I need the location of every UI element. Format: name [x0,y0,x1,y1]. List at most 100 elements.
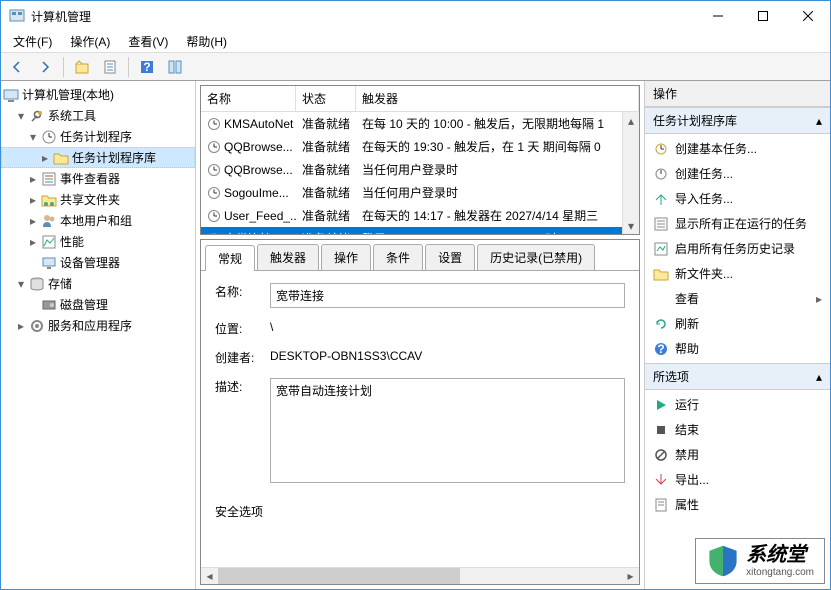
action-item[interactable]: 创建任务... [645,161,830,186]
expand-icon[interactable]: ▸ [27,215,39,227]
collapse-icon[interactable]: ▴ [816,370,822,384]
menu-help[interactable]: 帮助(H) [178,31,235,52]
actions-group2-header[interactable]: 所选项 ▴ [645,363,830,390]
properties-button[interactable] [98,56,122,78]
collapse-icon[interactable]: ▾ [27,131,39,143]
help-icon: ? [653,341,669,357]
panes-button[interactable] [163,56,187,78]
list-body[interactable]: KMSAutoNet准备就绪在每 10 天的 10:00 - 触发后，无限期地每… [201,112,622,234]
maximize-button[interactable] [740,1,785,31]
expand-icon[interactable]: ▸ [27,194,39,206]
tab[interactable]: 条件 [373,244,423,270]
table-row[interactable]: QQBrowse...准备就绪在每天的 19:30 - 触发后，在 1 天 期间… [201,135,622,158]
collapse-icon[interactable]: ▾ [15,110,27,122]
action-label: 查看 [675,290,699,307]
app-icon [9,8,25,24]
action-item[interactable]: 查看▸ [645,286,830,311]
col-trigger[interactable]: 触发器 [356,86,639,111]
tools-icon [29,108,45,124]
detail-panel: 常规触发器操作条件设置历史记录(已禁用) 名称: 宽带连接 位置: \ 创建者:… [200,239,640,585]
horizontal-scrollbar[interactable]: ◂ ▸ [201,567,639,584]
tree-label: 存储 [48,275,72,292]
action-item[interactable]: 导出... [645,467,830,492]
field-desc[interactable]: 宽带自动连接计划 [270,378,625,483]
collapse-icon[interactable]: ▴ [816,114,822,128]
disable-icon [653,447,669,463]
action-item[interactable]: ? 帮助 [645,336,830,361]
action-item[interactable]: 属性 [645,492,830,517]
action-item[interactable]: 创建基本任务... [645,136,830,161]
task-list: 名称 状态 触发器 KMSAutoNet准备就绪在每 10 天的 10:00 -… [200,85,640,235]
tree-storage[interactable]: ▾ 存储 [1,273,195,294]
up-button[interactable] [70,56,94,78]
close-button[interactable] [785,1,830,31]
expand-icon[interactable]: ▸ [15,320,27,332]
table-row[interactable]: 宽带连接准备就绪登录 DESKTOP-OBN1SS3\CCAV 时 [201,227,622,234]
vertical-scrollbar[interactable]: ▴ ▾ [622,112,639,234]
expand-icon[interactable]: ▸ [27,173,39,185]
action-item[interactable]: 禁用 [645,442,830,467]
action-item[interactable]: 显示所有正在运行的任务 [645,211,830,236]
tab[interactable]: 操作 [321,244,371,270]
tree-performance[interactable]: ▸ 性能 [1,231,195,252]
forward-button[interactable] [33,56,57,78]
scroll-down-icon[interactable]: ▾ [623,217,639,234]
action-item[interactable]: 结束 [645,417,830,442]
scroll-up-icon[interactable]: ▴ [623,112,639,129]
menu-view[interactable]: 查看(V) [120,31,176,52]
action-item[interactable]: 新文件夹... [645,261,830,286]
action-item[interactable]: 导入任务... [645,186,830,211]
minimize-button[interactable] [695,1,740,31]
action-item[interactable]: 刷新 [645,311,830,336]
clock-icon [207,117,221,131]
list-header: 名称 状态 触发器 [201,86,639,112]
tab[interactable]: 历史记录(已禁用) [477,244,595,270]
tree-local-users[interactable]: ▸ 本地用户和组 [1,210,195,231]
action-label: 帮助 [675,340,699,357]
tree-device-manager[interactable]: 设备管理器 [1,252,195,273]
action-item[interactable]: 运行 [645,392,830,417]
share-icon [41,192,57,208]
group-title: 所选项 [653,368,689,385]
scroll-left-icon[interactable]: ◂ [201,568,218,584]
action-label: 创建基本任务... [675,140,757,157]
tab-strip: 常规触发器操作条件设置历史记录(已禁用) [201,240,639,271]
tab[interactable]: 设置 [425,244,475,270]
collapse-icon[interactable]: ▾ [15,278,27,290]
tree-task-scheduler[interactable]: ▾ 任务计划程序 [1,126,195,147]
menu-action[interactable]: 操作(A) [62,31,118,52]
tree-services[interactable]: ▸ 服务和应用程序 [1,315,195,336]
tree-disk-management[interactable]: 磁盘管理 [1,294,195,315]
menu-bar: 文件(F) 操作(A) 查看(V) 帮助(H) [1,31,830,53]
menu-file[interactable]: 文件(F) [5,31,60,52]
tab[interactable]: 常规 [205,245,255,271]
field-name[interactable]: 宽带连接 [270,283,625,308]
action-label: 显示所有正在运行的任务 [675,215,807,232]
tree-event-viewer[interactable]: ▸ 事件查看器 [1,168,195,189]
new-task-icon [653,166,669,182]
col-name[interactable]: 名称 [201,86,296,111]
help-button[interactable]: ? [135,56,159,78]
tree-root[interactable]: 计算机管理(本地) [1,84,195,105]
export-icon [653,472,669,488]
tree-system-tools[interactable]: ▾ 系统工具 [1,105,195,126]
tree-shared-folders[interactable]: ▸ 共享文件夹 [1,189,195,210]
expand-icon[interactable]: ▸ [39,152,51,164]
scroll-right-icon[interactable]: ▸ [622,568,639,584]
expand-icon[interactable]: ▸ [27,236,39,248]
storage-icon [29,276,45,292]
table-row[interactable]: User_Feed_...准备就绪在每天的 14:17 - 触发器在 2027/… [201,204,622,227]
col-status[interactable]: 状态 [296,86,356,111]
table-row[interactable]: KMSAutoNet准备就绪在每 10 天的 10:00 - 触发后，无限期地每… [201,112,622,135]
end-icon [653,422,669,438]
security-section: 安全选项 [215,495,625,520]
tree-task-library[interactable]: ▸ 任务计划程序库 [1,147,195,168]
back-button[interactable] [5,56,29,78]
actions-group1-header[interactable]: 任务计划程序库 ▴ [645,107,830,134]
action-item[interactable]: 启用所有任务历史记录 [645,236,830,261]
tab[interactable]: 触发器 [257,244,319,270]
field-location: \ [270,320,625,334]
tree-panel[interactable]: 计算机管理(本地) ▾ 系统工具 ▾ 任务计划程序 ▸ 任务计划程序库 ▸ 事件… [1,81,196,589]
table-row[interactable]: SogouIme...准备就绪当任何用户登录时 [201,181,622,204]
table-row[interactable]: QQBrowse...准备就绪当任何用户登录时 [201,158,622,181]
